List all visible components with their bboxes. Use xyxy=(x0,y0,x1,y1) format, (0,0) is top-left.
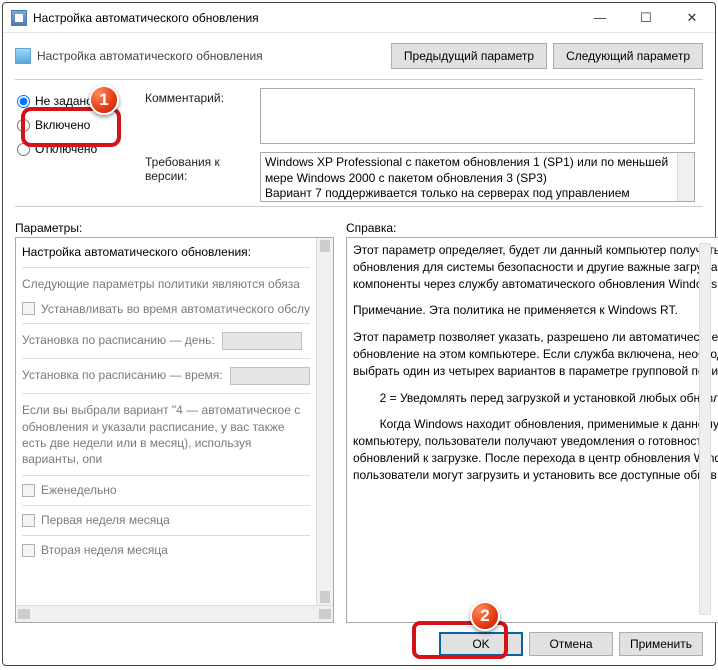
options-label: Параметры: xyxy=(15,221,334,235)
cancel-button[interactable]: Отмена xyxy=(529,632,613,656)
schedule-day-row: Установка по расписанию — день: xyxy=(22,332,310,350)
divider xyxy=(15,79,703,80)
state-fields: Комментарий: Требования к версии: Window… xyxy=(145,88,703,202)
help-p3: Этот параметр позволяет указать, разреше… xyxy=(353,329,718,379)
radio-disabled[interactable]: Отключено xyxy=(15,142,145,156)
ok-button[interactable]: OK xyxy=(439,632,523,656)
divider xyxy=(15,206,703,207)
radio-disabled-input[interactable] xyxy=(17,143,30,156)
options-header: Настройка автоматического обновления: xyxy=(22,244,310,261)
help-p5: Когда Windows находит обновления, примен… xyxy=(353,416,718,483)
close-button[interactable]: ✕ xyxy=(669,3,715,33)
radio-enabled[interactable]: Включено xyxy=(15,118,145,132)
options-content: Настройка автоматического обновления: Сл… xyxy=(16,238,316,605)
schedule-time-combo[interactable] xyxy=(230,367,310,385)
help-p4: 2 = Уведомлять перед загрузкой и установ… xyxy=(353,390,718,407)
options-panel: Настройка автоматического обновления: Сл… xyxy=(15,237,334,623)
comment-textarea[interactable] xyxy=(260,88,695,144)
window-title: Настройка автоматического обновления xyxy=(33,11,577,25)
checkbox-install-during-maintenance[interactable]: Устанавливать во время автоматического о… xyxy=(22,301,310,318)
checkbox-label: Устанавливать во время автоматического о… xyxy=(41,301,310,318)
schedule-time-label: Установка по расписанию — время: xyxy=(22,369,223,383)
checkbox-icon xyxy=(22,514,35,527)
window-controls: — ☐ ✕ xyxy=(577,3,715,33)
checkbox-icon xyxy=(22,302,35,315)
checkbox-label: Еженедельно xyxy=(41,482,117,499)
radio-not-configured-label: Не задано xyxy=(35,94,93,108)
titlebar: Настройка автоматического обновления — ☐… xyxy=(3,3,715,33)
options-mandatory-line: Следующие параметры политики являются об… xyxy=(22,276,310,293)
options-hscrollbar[interactable] xyxy=(16,605,333,622)
next-setting-button[interactable]: Следующий параметр xyxy=(553,43,703,69)
radio-enabled-input[interactable] xyxy=(17,119,30,132)
previous-setting-button[interactable]: Предыдущий параметр xyxy=(391,43,547,69)
options-column: Параметры: Настройка автоматического обн… xyxy=(15,221,334,623)
comment-row: Комментарий: xyxy=(145,88,703,144)
annotation-badge-1: 1 xyxy=(89,85,119,115)
requirements-text: Windows XP Professional с пакетом обновл… xyxy=(265,155,668,200)
state-radios: Не задано Включено Отключено xyxy=(15,88,145,202)
policy-icon xyxy=(15,48,31,64)
checkbox-icon xyxy=(22,544,35,557)
help-column: Справка: Этот параметр определяет, будет… xyxy=(346,221,718,623)
help-panel: Этот параметр определяет, будет ли данны… xyxy=(346,237,718,623)
help-p1: Этот параметр определяет, будет ли данны… xyxy=(353,242,718,292)
apply-button[interactable]: Применить xyxy=(619,632,703,656)
checkbox-second-week[interactable]: Вторая неделя месяца xyxy=(22,542,310,559)
requirements-box[interactable]: Windows XP Professional с пакетом обновл… xyxy=(260,152,695,202)
schedule-day-combo[interactable] xyxy=(222,332,302,350)
comment-label: Комментарий: xyxy=(145,88,260,105)
checkbox-label: Вторая неделя месяца xyxy=(41,542,168,559)
annotation-badge-2: 2 xyxy=(470,601,500,631)
requirements-row: Требования к версии: Windows XP Professi… xyxy=(145,152,703,202)
checkbox-first-week[interactable]: Первая неделя месяца xyxy=(22,512,310,529)
policy-editor-window: Настройка автоматического обновления — ☐… xyxy=(2,2,716,666)
help-p2: Примечание. Эта политика не применяется … xyxy=(353,302,718,319)
radio-enabled-label: Включено xyxy=(35,118,90,132)
checkbox-weekly[interactable]: Еженедельно xyxy=(22,482,310,499)
app-icon xyxy=(11,10,27,26)
radio-disabled-label: Отключено xyxy=(35,142,97,156)
options-note: Если вы выбрали вариант "4 — автоматичес… xyxy=(22,402,310,467)
checkbox-icon xyxy=(22,484,35,497)
window-outer-scrollbar[interactable] xyxy=(699,243,711,615)
middle-area: Параметры: Настройка автоматического обн… xyxy=(3,215,715,623)
requirements-label: Требования к версии: xyxy=(145,152,260,183)
minimize-button[interactable]: — xyxy=(577,3,623,33)
radio-not-configured-input[interactable] xyxy=(17,95,30,108)
schedule-time-row: Установка по расписанию — время: xyxy=(22,367,310,385)
policy-title: Настройка автоматического обновления xyxy=(37,49,385,63)
header-row: Настройка автоматического обновления Пре… xyxy=(3,33,715,69)
help-content: Этот параметр определяет, будет ли данны… xyxy=(347,238,718,622)
checkbox-label: Первая неделя месяца xyxy=(41,512,170,529)
options-vscrollbar[interactable] xyxy=(316,238,333,605)
dialog-footer: OK Отмена Применить xyxy=(3,623,715,665)
help-label: Справка: xyxy=(346,221,718,235)
schedule-day-label: Установка по расписанию — день: xyxy=(22,334,215,348)
maximize-button[interactable]: ☐ xyxy=(623,3,669,33)
radio-not-configured[interactable]: Не задано xyxy=(15,94,145,108)
requirements-scrollbar[interactable] xyxy=(677,153,694,201)
